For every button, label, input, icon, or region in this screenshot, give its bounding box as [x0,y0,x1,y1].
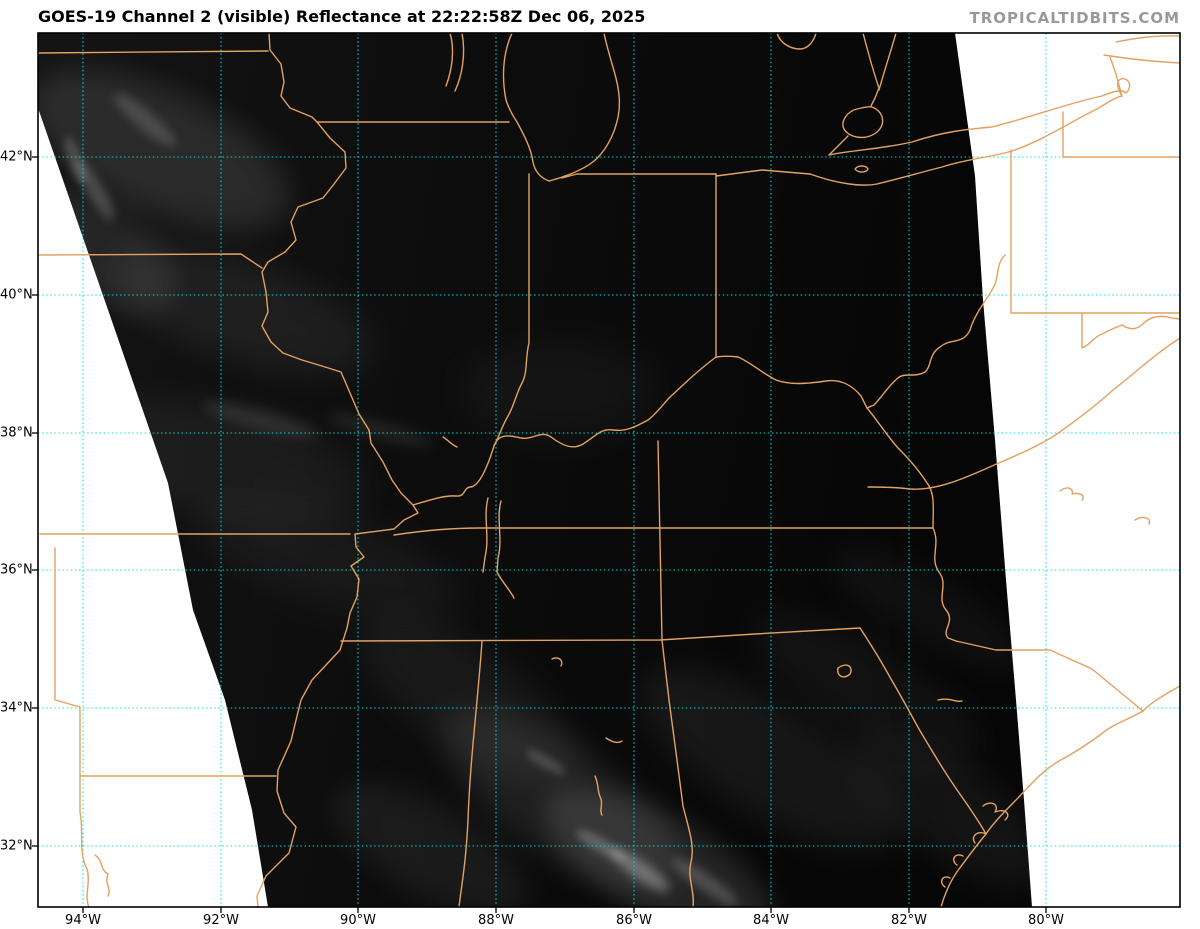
lat-tick-label: 36°N [0,563,29,578]
lon-tick-label: 80°W [1016,913,1076,928]
lon-tick-label: 86°W [604,913,664,928]
state-borders [38,33,1180,907]
map-grid-overlay [0,0,1200,929]
lon-tick-label: 82°W [879,913,939,928]
lon-tick-label: 88°W [466,913,526,928]
lat-tick-label: 32°N [0,839,29,854]
lat-tick-label: 40°N [0,288,29,303]
axis-ticks [32,157,1046,913]
lat-tick-label: 42°N [0,150,29,165]
lat-tick-label: 38°N [0,426,29,441]
lon-tick-label: 92°W [191,913,251,928]
lon-tick-label: 84°W [741,913,801,928]
satellite-map-figure: GOES-19 Channel 2 (visible) Reflectance … [0,0,1200,929]
lon-tick-label: 94°W [53,913,113,928]
lat-tick-label: 34°N [0,701,29,716]
lon-tick-label: 90°W [328,913,388,928]
